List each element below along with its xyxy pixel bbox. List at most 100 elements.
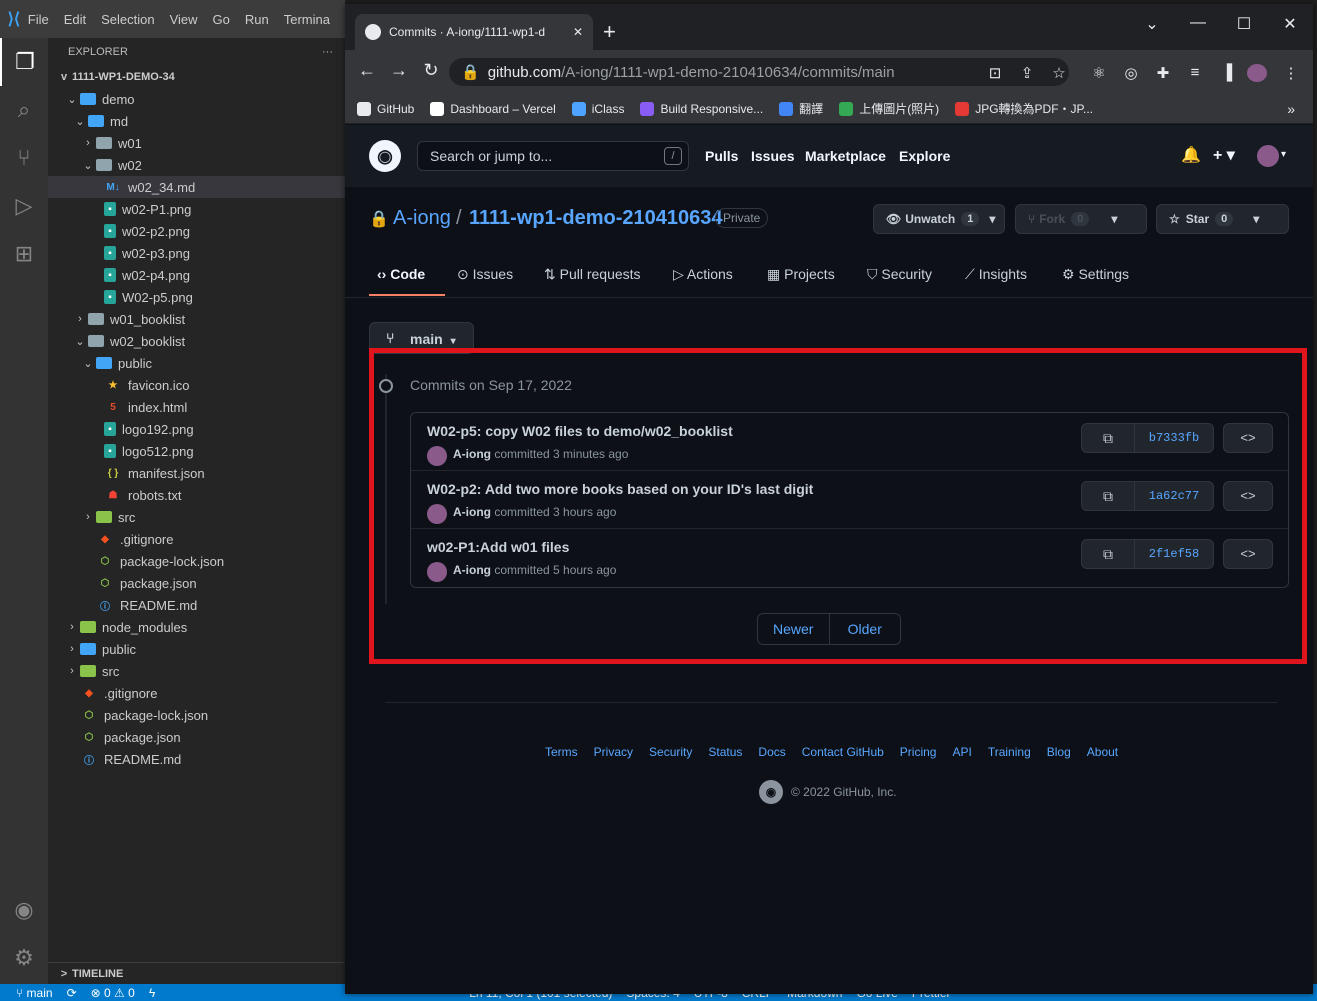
maximize-button[interactable]: ☐: [1221, 14, 1267, 34]
tree-file[interactable]: ⬡ package.json: [48, 572, 345, 594]
footer-link[interactable]: Training: [988, 745, 1031, 759]
tree-folder[interactable]: ⌄ w02: [48, 154, 345, 176]
reload-icon[interactable]: ↻: [415, 60, 447, 81]
tree-folder[interactable]: › src: [48, 660, 345, 682]
tree-file[interactable]: ▪ w02-p3.png: [48, 242, 345, 264]
star-button[interactable]: ☆ Star 0 ▾: [1156, 204, 1289, 234]
forward-icon[interactable]: →: [383, 60, 415, 81]
tree-file[interactable]: ◆ .gitignore: [48, 682, 345, 704]
source-control-icon[interactable]: ⑂: [0, 134, 48, 182]
footer-link[interactable]: Docs: [758, 745, 785, 759]
tree-file[interactable]: ◆ .gitignore: [48, 528, 345, 550]
nav-pulls[interactable]: Pulls: [705, 148, 738, 164]
tree-file[interactable]: 5 index.html: [48, 396, 345, 418]
tab-insights[interactable]: ⟋ Insights: [965, 266, 1027, 283]
create-new-icon[interactable]: + ▾: [1213, 145, 1235, 165]
close-window-button[interactable]: ✕: [1267, 14, 1313, 34]
bell-icon[interactable]: 🔔: [1181, 145, 1201, 165]
bookmark-item[interactable]: 上傳圖片(照片): [839, 100, 939, 117]
bookmark-star-icon[interactable]: ☆: [1049, 64, 1069, 82]
nav-marketplace[interactable]: Marketplace: [805, 148, 886, 164]
tree-folder[interactable]: ⌄ demo: [48, 88, 345, 110]
gear-icon[interactable]: ⚙: [0, 934, 48, 982]
tree-file[interactable]: M↓ w02_34.md: [48, 176, 345, 198]
footer-link[interactable]: Terms: [545, 745, 578, 759]
menu-go[interactable]: Go: [213, 12, 230, 27]
account-icon[interactable]: ◉: [0, 886, 48, 934]
tab-security[interactable]: ⛉ Security: [867, 266, 932, 283]
footer-link[interactable]: About: [1087, 745, 1118, 759]
tab-close-icon[interactable]: ✕: [573, 25, 583, 39]
tree-file[interactable]: { } manifest.json: [48, 462, 345, 484]
profile-avatar[interactable]: [1247, 64, 1267, 82]
bookmark-item[interactable]: GitHub: [357, 101, 414, 116]
tree-file[interactable]: ⓘ README.md: [48, 594, 345, 616]
tree-file[interactable]: ⬡ package-lock.json: [48, 550, 345, 572]
lightning-icon[interactable]: ϟ: [149, 986, 155, 1000]
new-tab-button[interactable]: +: [603, 19, 616, 45]
search-icon[interactable]: ⌕: [0, 86, 48, 134]
tree-folder[interactable]: › src: [48, 506, 345, 528]
menu-edit[interactable]: Edit: [64, 12, 86, 27]
tree-file[interactable]: ▪ logo192.png: [48, 418, 345, 440]
menu-view[interactable]: View: [170, 12, 198, 27]
tree-file[interactable]: ▪ w02-P1.png: [48, 198, 345, 220]
share-icon[interactable]: ⇪: [1017, 64, 1037, 82]
reading-list-icon[interactable]: ≡: [1185, 64, 1205, 82]
tab-issues[interactable]: ⊙ Issues: [457, 266, 513, 283]
tree-file[interactable]: ★ favicon.ico: [48, 374, 345, 396]
url-field[interactable]: 🔒 github.com /A-iong/1111-wp1-demo-21041…: [449, 58, 1069, 86]
nav-explore[interactable]: Explore: [899, 148, 950, 164]
explorer-icon[interactable]: ❐: [0, 38, 48, 86]
tab-code[interactable]: ‹› Code: [377, 266, 425, 282]
repo-owner-link[interactable]: A-iong: [393, 207, 451, 230]
tree-folder[interactable]: ⌄ md: [48, 110, 345, 132]
bookmark-item[interactable]: Build Responsive...: [640, 101, 763, 116]
footer-link[interactable]: Pricing: [900, 745, 937, 759]
menu-run[interactable]: Run: [245, 12, 269, 27]
tab-pull-requests[interactable]: ⇅ Pull requests: [544, 266, 641, 283]
footer-link[interactable]: Security: [649, 745, 692, 759]
avatar-caret-icon[interactable]: ▾: [1281, 149, 1286, 160]
tree-folder[interactable]: › w01: [48, 132, 345, 154]
tab-settings[interactable]: ⚙ Settings: [1062, 266, 1129, 283]
sidepanel-icon[interactable]: ▐: [1217, 64, 1237, 82]
tree-file[interactable]: ▪ w02-p2.png: [48, 220, 345, 242]
bookmark-item[interactable]: iClass: [571, 101, 624, 116]
translate-icon[interactable]: ⊡: [985, 64, 1005, 82]
react-devtools-icon[interactable]: ⚛: [1089, 64, 1109, 82]
unwatch-button[interactable]: 👁 Unwatch 1 ▾: [873, 204, 1005, 234]
footer-link[interactable]: Blog: [1047, 745, 1071, 759]
tree-file[interactable]: ▪ logo512.png: [48, 440, 345, 462]
user-avatar[interactable]: [1257, 145, 1279, 167]
bookmarks-overflow-icon[interactable]: »: [1287, 101, 1295, 117]
branch-status[interactable]: ⑂ main: [16, 986, 53, 1000]
github-logo-icon[interactable]: ◉: [759, 780, 783, 804]
tree-folder[interactable]: › w01_booklist: [48, 308, 345, 330]
repo-name-link[interactable]: 1111-wp1-demo-210410634: [469, 207, 723, 230]
bookmark-item[interactable]: 翻譯: [779, 100, 823, 117]
timeline-section[interactable]: > TIMELINE: [48, 962, 345, 984]
footer-link[interactable]: Contact GitHub: [802, 745, 884, 759]
tree-file[interactable]: ▪ W02-p5.png: [48, 286, 345, 308]
menu-selection[interactable]: Selection: [101, 12, 154, 27]
tree-file[interactable]: ⬡ package-lock.json: [48, 704, 345, 726]
github-logo-icon[interactable]: ◉: [369, 140, 401, 172]
search-input[interactable]: Search or jump to... /: [417, 141, 689, 171]
tree-file[interactable]: ⬡ package.json: [48, 726, 345, 748]
menu-kebab-icon[interactable]: ⋮: [1281, 64, 1301, 82]
tab-search-icon[interactable]: ⌄: [1129, 14, 1175, 34]
fork-button[interactable]: ⑂ Fork 0 ▾: [1015, 204, 1147, 234]
tab-actions[interactable]: ▷ Actions: [673, 266, 733, 283]
extensions-icon[interactable]: ⊞: [0, 230, 48, 278]
bookmark-item[interactable]: Dashboard – Vercel: [430, 101, 556, 116]
tree-folder[interactable]: › public: [48, 638, 345, 660]
footer-link[interactable]: API: [952, 745, 971, 759]
more-actions-icon[interactable]: ···: [322, 46, 333, 58]
tree-file[interactable]: ▪ w02-p4.png: [48, 264, 345, 286]
run-debug-icon[interactable]: ▷: [0, 182, 48, 230]
back-icon[interactable]: ←: [351, 60, 383, 81]
puzzle-icon[interactable]: ✚: [1153, 64, 1173, 82]
menu-terminal[interactable]: Termina: [284, 12, 330, 27]
tree-file[interactable]: ⓘ README.md: [48, 748, 345, 770]
